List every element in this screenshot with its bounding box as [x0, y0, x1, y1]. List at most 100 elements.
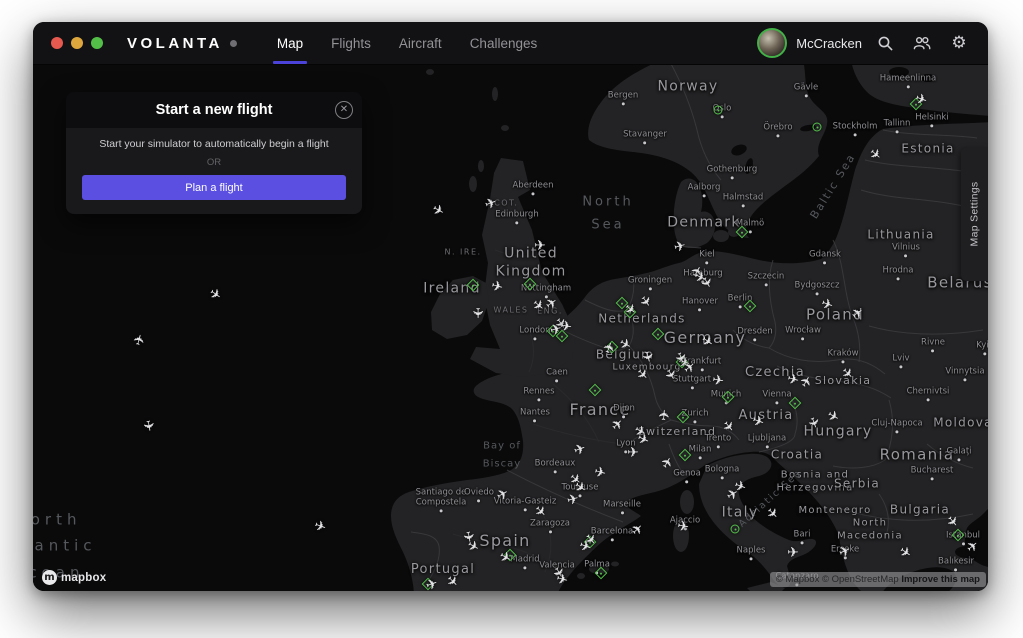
window-controls — [51, 37, 103, 49]
city-name: Kraków — [827, 348, 858, 358]
country-label: Lithuania — [867, 228, 934, 243]
city-name: Tallinn — [884, 118, 911, 128]
city-name: Hameenlinna — [880, 73, 936, 83]
aircraft-icon[interactable]: ✈ — [140, 419, 156, 433]
city-name: Bari — [794, 529, 811, 539]
user-menu[interactable]: McCracken — [757, 28, 862, 58]
aircraft-icon[interactable]: ✈ — [572, 441, 588, 458]
avatar[interactable] — [757, 28, 787, 58]
tab-flights[interactable]: Flights — [317, 22, 385, 64]
city-name: Bydgoszcz — [795, 280, 840, 290]
aircraft-icon[interactable]: ✈ — [786, 372, 801, 389]
aircraft-icon[interactable]: ✈ — [676, 519, 690, 535]
aircraft-icon[interactable]: ✈ — [673, 239, 688, 256]
aircraft-icon[interactable]: ✈ — [206, 286, 224, 304]
country-label: Estonia — [901, 142, 954, 157]
tab-aircraft[interactable]: Aircraft — [385, 22, 456, 64]
city-label: Szczecin — [748, 271, 785, 286]
aircraft-icon[interactable]: ✈ — [787, 546, 799, 560]
city-dot — [801, 542, 804, 545]
settings-gear-icon[interactable]: ⚙ — [950, 34, 968, 52]
tab-challenges[interactable]: Challenges — [456, 22, 552, 64]
city-dot — [895, 131, 898, 134]
city-dot — [621, 103, 624, 106]
zoom-window-button[interactable] — [91, 37, 103, 49]
aircraft-icon[interactable]: ✈ — [534, 239, 546, 253]
mapbox-logo[interactable]: m mapbox — [42, 570, 106, 585]
aircraft-icon[interactable]: ✈ — [732, 478, 748, 495]
city-label: Hrodna — [883, 265, 914, 280]
close-window-button[interactable] — [51, 37, 63, 49]
city-name: Lviv — [892, 353, 909, 363]
city-dot — [815, 293, 818, 296]
plan-flight-button[interactable]: Plan a flight — [82, 175, 346, 200]
aircraft-icon[interactable]: ✈ — [593, 465, 608, 482]
airport-marker[interactable] — [731, 525, 740, 534]
aircraft-icon[interactable]: ✈ — [896, 544, 914, 562]
map-settings-tab[interactable]: Map Settings — [961, 147, 988, 281]
city-name: Caen — [546, 367, 568, 377]
aircraft-icon[interactable]: ✈ — [627, 446, 639, 460]
city-name: Vienna — [762, 389, 791, 399]
city-label: Balıkesir — [938, 556, 974, 571]
city-label: Vienna — [762, 389, 791, 404]
city-dot — [717, 446, 720, 449]
city-dot — [930, 125, 933, 128]
city-name: Bucharest — [911, 465, 954, 475]
city-label: Cluj-Napoca — [871, 418, 922, 433]
city-dot — [721, 116, 724, 119]
main-nav: Map Flights Aircraft Challenges — [263, 22, 551, 64]
aircraft-icon[interactable]: ✈ — [798, 373, 816, 390]
mapbox-logo-icon: m — [42, 570, 57, 585]
start-flight-modal: Start a new flight ✕ Start your simulato… — [66, 92, 362, 214]
city-name: Bergen — [608, 90, 638, 100]
city-label: Bydgoszcz — [795, 280, 840, 295]
city-label: Bucharest — [911, 465, 954, 480]
city-label: Groningen — [628, 275, 672, 290]
aircraft-icon[interactable]: ✈ — [913, 91, 929, 108]
city-name: Genoa — [673, 468, 701, 478]
city-label: Marseille — [603, 499, 641, 514]
attribution-osm-link[interactable]: © OpenStreetMap — [822, 574, 899, 585]
city-name: Groningen — [628, 275, 672, 285]
city-dot — [477, 500, 480, 503]
city-dot — [738, 306, 741, 309]
city-label: Wrocław — [785, 325, 821, 340]
tab-map[interactable]: Map — [263, 22, 317, 64]
city-label: Vinnytsia — [945, 366, 984, 381]
aircraft-icon[interactable]: ✈ — [711, 373, 725, 389]
aircraft-icon[interactable]: ✈ — [555, 572, 570, 589]
city-name: Dijon — [613, 403, 635, 413]
aircraft-icon[interactable]: ✈ — [132, 333, 149, 348]
improve-map-link[interactable]: Improve this map — [901, 574, 980, 585]
aircraft-icon[interactable]: ✈ — [866, 146, 884, 164]
city-dot — [842, 361, 845, 364]
city-label: Ljubljana — [748, 433, 786, 448]
city-dot — [553, 471, 556, 474]
aircraft-icon[interactable]: ✈ — [424, 576, 440, 591]
city-name: Naples — [737, 545, 766, 555]
city-label: Aalborg — [688, 182, 721, 197]
airport-marker[interactable] — [589, 384, 602, 397]
city-dot — [930, 478, 933, 481]
airport-marker[interactable] — [813, 123, 822, 132]
city-name: Gothenburg — [707, 164, 758, 174]
city-label: Aberdeen — [512, 180, 553, 195]
minimize-window-button[interactable] — [71, 37, 83, 49]
aircraft-icon[interactable]: ✈ — [429, 202, 446, 220]
city-dot — [721, 477, 724, 480]
city-dot — [741, 205, 744, 208]
attribution-mapbox-link[interactable]: © Mapbox — [776, 574, 819, 585]
search-icon[interactable] — [876, 34, 894, 52]
close-icon[interactable]: ✕ — [335, 101, 353, 119]
city-dot — [516, 222, 519, 225]
aircraft-icon[interactable]: ✈ — [470, 307, 484, 319]
members-icon[interactable] — [913, 34, 931, 52]
app-window: VOLANTA Map Flights Aircraft Challenges … — [33, 22, 988, 591]
aircraft-icon[interactable]: ✈ — [490, 279, 505, 296]
aircraft-icon[interactable]: ✈ — [658, 409, 673, 422]
airport-marker[interactable] — [652, 328, 665, 341]
city-dot — [775, 402, 778, 405]
airport-marker[interactable] — [714, 106, 723, 115]
aircraft-icon[interactable]: ✈ — [312, 518, 328, 535]
